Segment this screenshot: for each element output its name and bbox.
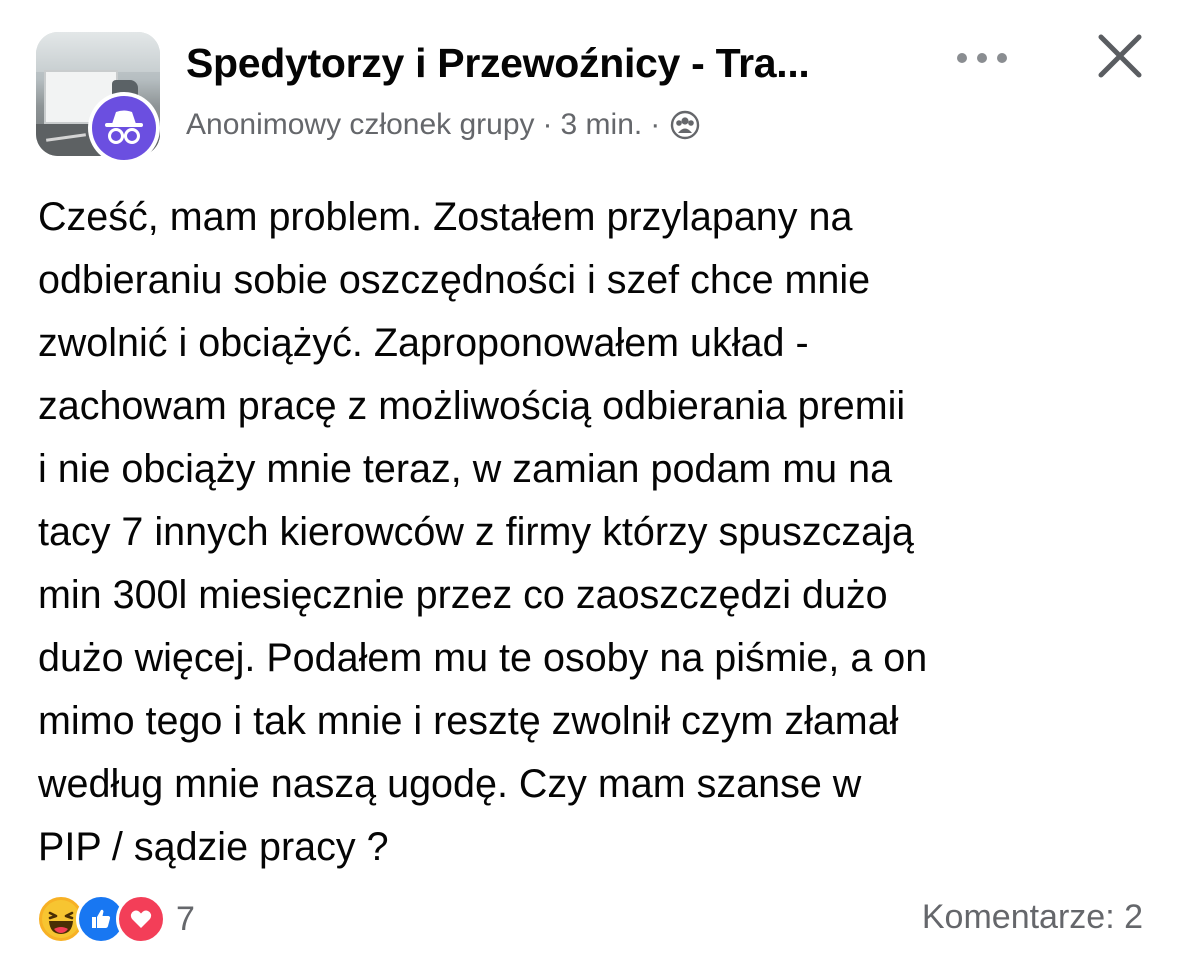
post-text-line: dużo więcej. Podałem mu te osoby na piśm… bbox=[38, 636, 928, 680]
author-name[interactable]: Anonimowy członek grupy bbox=[186, 108, 535, 142]
post-text-line: PIP / sądzie pracy ? bbox=[38, 825, 389, 869]
more-horizontal-icon bbox=[957, 53, 1007, 63]
meta-separator: · bbox=[542, 108, 553, 141]
group-icon bbox=[670, 110, 700, 140]
reactions-summary[interactable]: 7 bbox=[36, 894, 195, 944]
post-text-line: i nie obciąży mnie teraz, w zamian podam… bbox=[38, 447, 893, 491]
post-meta: Anonimowy członek grupy · 3 min. · bbox=[186, 108, 700, 142]
post-text-line: zachowam pracę z możliwością odbierania … bbox=[38, 384, 906, 428]
post-text-line: odbieraniu sobie oszczędności i szef chc… bbox=[38, 258, 871, 302]
comments-count-link[interactable]: Komentarze: 2 bbox=[922, 898, 1143, 937]
love-reaction-icon bbox=[116, 894, 166, 944]
group-avatar-sky bbox=[36, 32, 160, 72]
close-button[interactable] bbox=[1092, 28, 1148, 84]
post-text-line: Cześć, mam problem. Zostałem przylapany … bbox=[38, 195, 853, 239]
close-icon bbox=[1098, 34, 1142, 78]
reaction-count: 7 bbox=[176, 899, 195, 938]
post-text: Cześć, mam problem. Zostałem przylapany … bbox=[38, 186, 1148, 879]
anonymous-member-avatar[interactable] bbox=[88, 92, 160, 164]
post-text-line: według mnie naszą ugodę. Czy mam szanse … bbox=[38, 762, 862, 806]
post-text-line: min 300l miesięcznie przez co zaoszczędz… bbox=[38, 573, 888, 617]
meta-separator: · bbox=[650, 108, 661, 141]
post-text-line: mimo tego i tak mnie i resztę zwolnił cz… bbox=[38, 699, 899, 743]
group-name-link[interactable]: Spedytorzy i Przewoźnicy - Tra... bbox=[186, 40, 810, 87]
post-text-line: tacy 7 innych kierowców z firmy którzy s… bbox=[38, 510, 914, 554]
more-options-button[interactable] bbox=[950, 44, 1014, 72]
post-text-line: zwolnić i obciążyć. Zaproponowałem układ… bbox=[38, 321, 809, 365]
incognito-icon bbox=[92, 96, 156, 160]
post-timestamp[interactable]: 3 min. bbox=[561, 108, 643, 142]
